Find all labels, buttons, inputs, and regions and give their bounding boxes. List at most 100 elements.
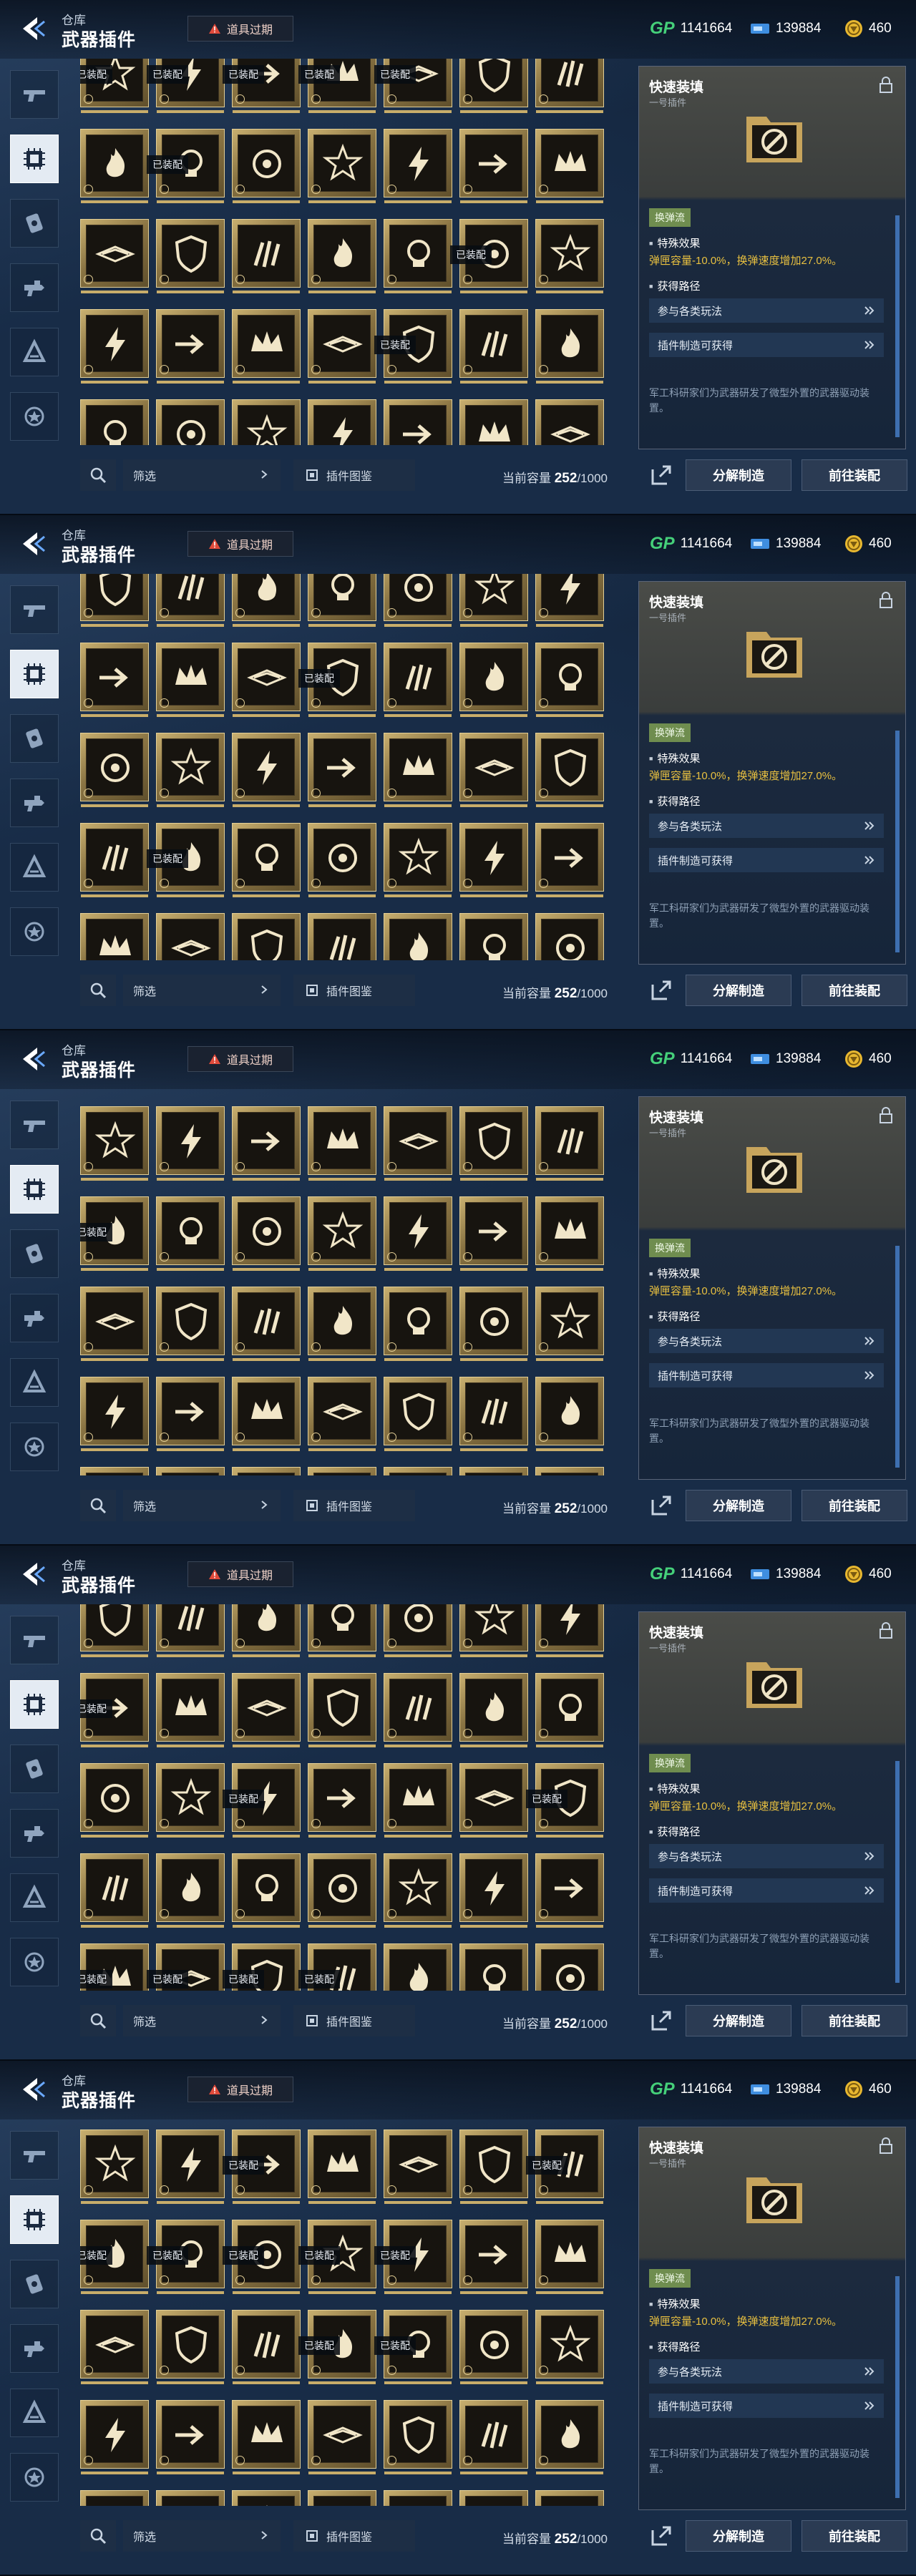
plugin-slot-cell[interactable] (156, 643, 225, 717)
tab-badge[interactable] (10, 2453, 59, 2502)
salvage-craft-button[interactable]: 分解制造 (686, 2005, 791, 2036)
plugin-slot-cell[interactable] (156, 1853, 225, 1928)
plugin-slot-cell[interactable] (308, 1673, 376, 1747)
plugin-slot-cell[interactable] (459, 1196, 528, 1271)
plugin-slot-cell[interactable] (156, 399, 225, 445)
salvage-craft-button[interactable]: 分解制造 (686, 975, 791, 1006)
export-button[interactable] (647, 2522, 676, 2550)
plugin-slot-cell[interactable] (459, 1377, 528, 1451)
plugin-slot-cell[interactable]: 已装配 (298, 1943, 376, 1991)
plugin-slot-cell[interactable] (308, 2490, 376, 2506)
export-button[interactable] (647, 1491, 676, 1520)
plugin-slot-cell[interactable] (80, 1106, 149, 1181)
plugin-slot-cell[interactable] (535, 823, 604, 897)
plugin-slot-cell[interactable] (232, 399, 301, 445)
tab-pistol[interactable] (10, 2131, 59, 2180)
plugin-slot-cell[interactable] (384, 1604, 452, 1657)
plugin-slot-cell[interactable] (232, 1673, 301, 1747)
go-equip-button[interactable]: 前往装配 (802, 975, 907, 1006)
plugin-atlas-button[interactable]: 插件图鉴 (293, 459, 415, 491)
plugin-slot-cell[interactable] (459, 1106, 528, 1181)
plugin-slot-cell[interactable] (459, 1763, 528, 1838)
plugin-slot-cell[interactable] (156, 2310, 225, 2384)
tab-badge[interactable] (10, 1938, 59, 1986)
plugin-slot-cell[interactable] (156, 1377, 225, 1451)
path-gameplay[interactable]: 参与各类玩法 (649, 2359, 884, 2384)
plugin-slot-cell[interactable] (308, 1853, 376, 1928)
plugin-slot-cell[interactable] (308, 399, 376, 445)
plugin-slot-cell[interactable] (156, 733, 225, 807)
plugin-slot-cell[interactable] (459, 1287, 528, 1361)
plugin-slot-cell[interactable]: 已装配 (147, 823, 225, 897)
plugin-slot-cell[interactable] (535, 1467, 604, 1475)
plugin-slot-cell[interactable] (384, 1287, 452, 1361)
plugin-slot-cell[interactable]: 已装配 (298, 2220, 376, 2294)
plugin-slot-cell[interactable] (80, 1763, 149, 1838)
plugin-slot-cell[interactable] (156, 1467, 225, 1475)
plugin-slot-cell[interactable]: 已装配 (450, 219, 528, 293)
plugin-slot-cell[interactable] (232, 1604, 301, 1657)
back-button[interactable] (16, 2072, 50, 2107)
plugin-slot-cell[interactable] (232, 643, 301, 717)
plugin-slot-cell[interactable] (535, 1106, 604, 1181)
plugin-slot-cell[interactable] (459, 1853, 528, 1928)
path-crafting[interactable]: 插件制造可获得 (649, 333, 884, 357)
plugin-slot-cell[interactable] (308, 129, 376, 203)
plugin-slot-cell[interactable] (459, 574, 528, 627)
tab-weapon-mod[interactable] (10, 779, 59, 827)
plugin-slot-cell[interactable] (80, 219, 149, 293)
plugin-slot-cell[interactable] (535, 2310, 604, 2384)
tab-weapon-mod[interactable] (10, 1809, 59, 1858)
plugin-slot-cell[interactable] (232, 1196, 301, 1271)
plugin-slot-cell[interactable] (384, 2490, 452, 2506)
plugin-slot-cell[interactable] (232, 823, 301, 897)
plugin-slot-cell[interactable] (308, 1763, 376, 1838)
tab-weapon-plugin[interactable] (10, 1165, 59, 1214)
tab-weapon-mod[interactable] (10, 1294, 59, 1342)
plugin-slot-cell[interactable]: 已装配 (147, 59, 225, 113)
plugin-slot-cell[interactable] (459, 913, 528, 960)
expired-items-button[interactable]: 道具过期 (187, 1046, 293, 1072)
path-gameplay[interactable]: 参与各类玩法 (649, 1329, 884, 1353)
tab-ammo[interactable] (10, 1745, 59, 1793)
plugin-slot-cell[interactable] (232, 129, 301, 203)
plugin-slot-cell[interactable] (459, 2310, 528, 2384)
plugin-slot-cell[interactable] (384, 1467, 452, 1475)
path-crafting[interactable]: 插件制造可获得 (649, 848, 884, 872)
path-gameplay[interactable]: 参与各类玩法 (649, 814, 884, 838)
plugin-atlas-button[interactable]: 插件图鉴 (293, 2520, 415, 2552)
plugin-slot-cell[interactable] (535, 399, 604, 445)
plugin-slot-cell[interactable] (535, 1943, 604, 1991)
search-button[interactable] (80, 2520, 116, 2552)
plugin-slot-cell[interactable] (308, 1196, 376, 1271)
plugin-slot-cell[interactable] (535, 913, 604, 960)
plugin-slot-cell[interactable]: 已装配 (374, 59, 452, 113)
plugin-slot-cell[interactable]: 已装配 (223, 2129, 301, 2204)
plugin-slot-cell[interactable] (459, 399, 528, 445)
lock-icon[interactable] (878, 592, 894, 609)
plugin-slot-cell[interactable] (156, 219, 225, 293)
plugin-slot-cell[interactable] (459, 59, 528, 113)
plugin-slot-cell[interactable] (384, 2129, 452, 2204)
plugin-slot-cell[interactable] (80, 129, 149, 203)
plugin-slot-cell[interactable] (535, 1377, 604, 1451)
plugin-slot-cell[interactable]: 已装配 (526, 2129, 604, 2204)
plugin-slot-cell[interactable] (80, 823, 149, 897)
plugin-atlas-button[interactable]: 插件图鉴 (293, 2005, 415, 2036)
plugin-slot-cell[interactable] (232, 309, 301, 384)
scrollbar[interactable] (895, 731, 900, 952)
filter-dropdown[interactable]: 筛选 (123, 975, 281, 1006)
plugin-slot-cell[interactable] (384, 399, 452, 445)
search-button[interactable] (80, 2005, 116, 2036)
tab-weapon-plugin[interactable] (10, 650, 59, 698)
plugin-slot-cell[interactable] (232, 1287, 301, 1361)
tab-badge[interactable] (10, 907, 59, 956)
plugin-slot-cell[interactable] (232, 733, 301, 807)
plugin-slot-cell[interactable] (459, 2490, 528, 2506)
plugin-slot-cell[interactable] (535, 2400, 604, 2474)
plugin-slot-cell[interactable] (535, 1673, 604, 1747)
plugin-slot-cell[interactable] (308, 1287, 376, 1361)
export-button[interactable] (647, 976, 676, 1005)
tab-weapon-plugin[interactable] (10, 135, 59, 183)
plugin-slot-cell[interactable] (308, 1377, 376, 1451)
